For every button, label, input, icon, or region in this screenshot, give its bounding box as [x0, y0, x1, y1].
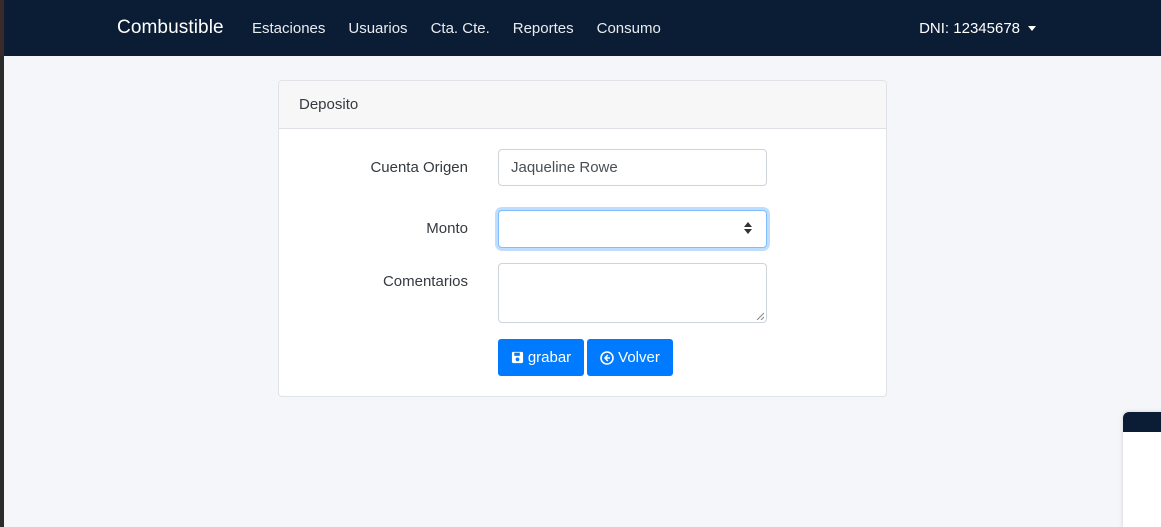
comentarios-textarea[interactable] [498, 263, 767, 323]
save-button[interactable]: grabar [498, 339, 584, 376]
comentarios-label: Comentarios [382, 273, 468, 290]
caret-down-icon [1028, 25, 1036, 31]
nav-item-consumo[interactable]: Consumo [597, 20, 661, 37]
back-button-label: Volver [618, 349, 660, 366]
cuenta-origen-field[interactable]: Jaqueline Rowe [498, 149, 767, 186]
nav-links: Estaciones Usuarios Cta. Cte. Reportes C… [252, 0, 684, 56]
resize-handle-icon[interactable] [756, 312, 764, 320]
cuenta-origen-label: Cuenta Origen [370, 159, 468, 176]
user-dropdown[interactable]: DNI: 12345678 [919, 0, 1036, 56]
monto-label: Monto [426, 220, 468, 237]
user-label: DNI: 12345678 [919, 19, 1020, 37]
card-title: Deposito [279, 81, 886, 129]
brand-link[interactable]: Combustible [117, 0, 224, 56]
save-button-label: grabar [527, 349, 572, 366]
cuenta-origen-value: Jaqueline Rowe [511, 159, 618, 176]
back-button[interactable]: Volver [587, 339, 673, 376]
top-navbar: Combustible Estaciones Usuarios Cta. Cte… [4, 0, 1161, 56]
nav-item-reportes[interactable]: Reportes [513, 20, 574, 37]
nav-item-cta-cte[interactable]: Cta. Cte. [431, 20, 490, 37]
floppy-disk-icon [511, 351, 524, 364]
nav-item-estaciones[interactable]: Estaciones [252, 20, 325, 37]
chat-widget[interactable] [1123, 412, 1161, 527]
number-spinner-icon[interactable] [744, 222, 752, 236]
monto-input[interactable] [498, 210, 767, 248]
background-window-edge [0, 0, 4, 527]
arrow-circle-left-icon [600, 350, 614, 365]
nav-item-usuarios[interactable]: Usuarios [348, 20, 407, 37]
deposit-card: Deposito Cuenta Origen Jaqueline Rowe Mo… [278, 80, 887, 397]
